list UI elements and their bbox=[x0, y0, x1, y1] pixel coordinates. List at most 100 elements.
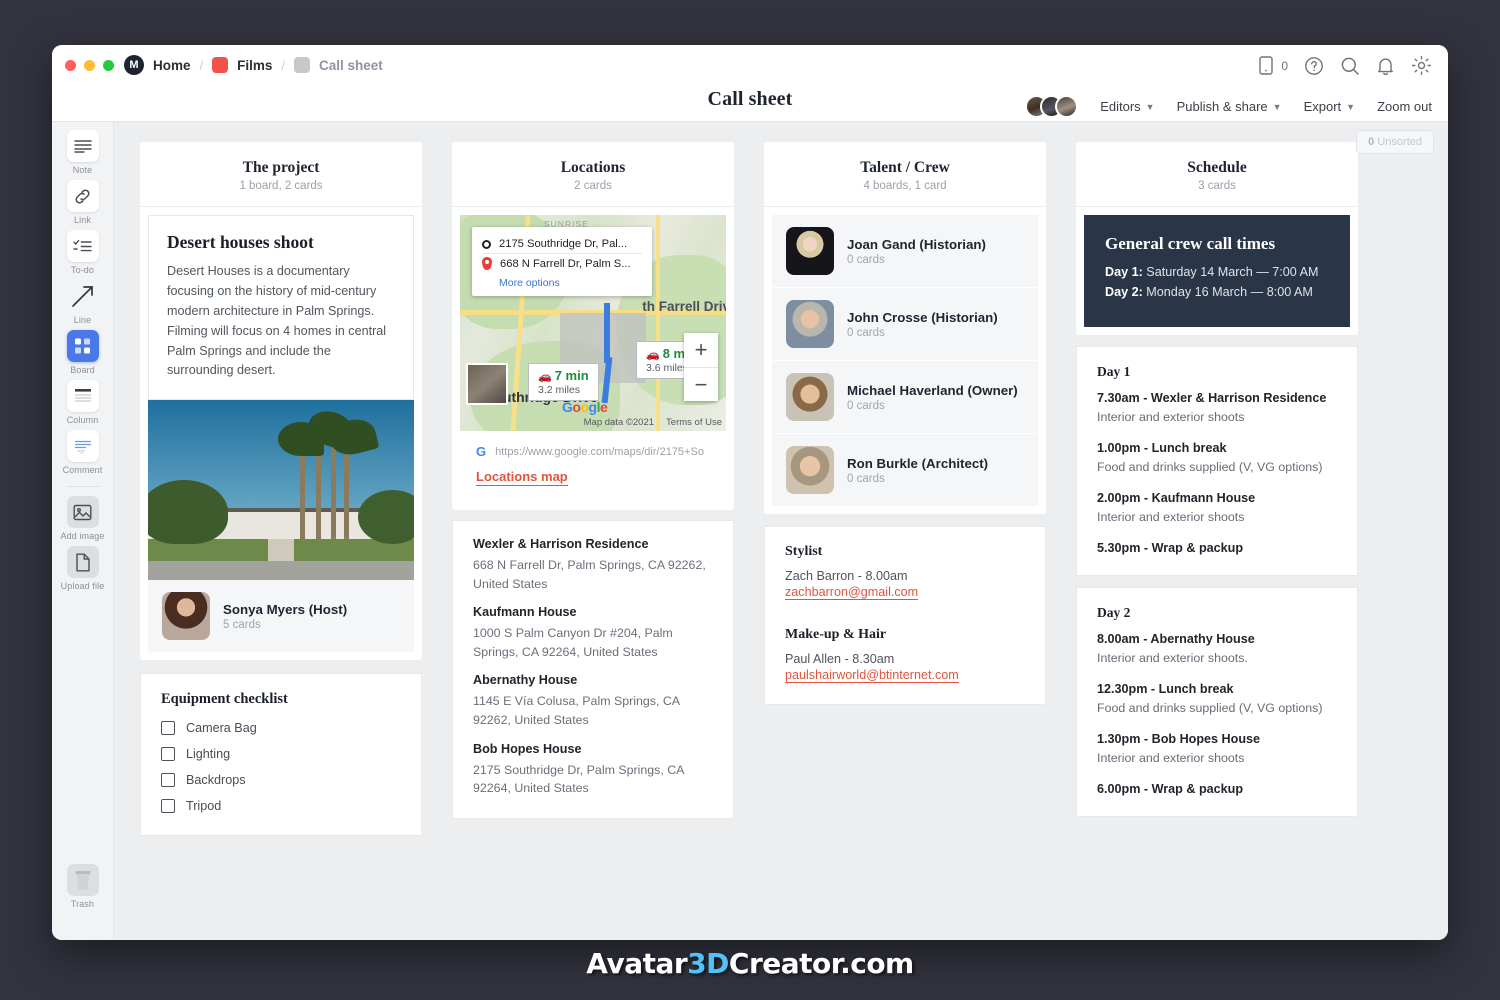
breadcrumb-separator: / bbox=[200, 58, 204, 73]
schedule-desc: Food and drinks supplied (V, VG options) bbox=[1097, 460, 1337, 474]
project-photo[interactable] bbox=[148, 400, 414, 580]
column-header[interactable]: Talent / Crew 4 boards, 1 card bbox=[764, 142, 1046, 207]
route-badge-a[interactable]: 🚗7 min 3.2 miles bbox=[528, 363, 599, 401]
contact-email-link[interactable]: zachbarron@gmail.com bbox=[785, 585, 918, 600]
line-arrow-icon bbox=[67, 280, 99, 312]
sidebar-tool-add-image[interactable]: Add image bbox=[56, 496, 110, 541]
breadcrumb-item-films[interactable]: Films bbox=[237, 58, 272, 73]
photo-road bbox=[148, 561, 414, 581]
schedule-desc: Interior and exterior shoots. bbox=[1097, 651, 1337, 665]
sidebar-tool-todo[interactable]: To-do bbox=[56, 230, 110, 275]
person-card-count: 0 cards bbox=[847, 473, 988, 485]
column-body: SUNRISE th Farrell Driv Southridge Drive… bbox=[452, 207, 734, 510]
locations-map-link[interactable]: Locations map bbox=[476, 469, 568, 486]
gear-icon[interactable] bbox=[1411, 55, 1432, 76]
checklist-item[interactable]: Backdrops bbox=[161, 773, 401, 787]
watermark-highlight: 3D bbox=[687, 947, 729, 980]
zoom-out-button[interactable]: Zoom out bbox=[1377, 99, 1432, 114]
maximize-window-icon[interactable] bbox=[103, 60, 114, 71]
list-item[interactable]: John Crosse (Historian) 0 cards bbox=[772, 288, 1038, 361]
bell-icon[interactable] bbox=[1376, 56, 1395, 76]
unsorted-label: Unsorted bbox=[1377, 136, 1422, 148]
call-times-heading: General crew call times bbox=[1105, 234, 1329, 254]
schedule-desc: Food and drinks supplied (V, VG options) bbox=[1097, 701, 1337, 715]
checkbox-icon[interactable] bbox=[161, 773, 175, 787]
milanote-logo-icon[interactable]: M bbox=[124, 55, 144, 75]
map-zoom-controls[interactable]: + − bbox=[684, 333, 718, 401]
schedule-day-title: Day 2 bbox=[1097, 605, 1337, 621]
column-header[interactable]: Locations 2 cards bbox=[452, 142, 734, 207]
editors-menu[interactable]: Editors ▼ bbox=[1100, 99, 1154, 114]
address-value: 2175 Southridge Dr, Palm Springs, CA 922… bbox=[473, 761, 713, 798]
person-card-count: 0 cards bbox=[847, 254, 986, 266]
column-header[interactable]: The project 1 board, 2 cards bbox=[140, 142, 422, 207]
sidebar-trash[interactable]: Trash bbox=[56, 864, 110, 909]
mobile-icon[interactable] bbox=[1259, 56, 1273, 75]
help-icon[interactable] bbox=[1304, 56, 1324, 76]
contact-email-link[interactable]: paulshairworld@btinternet.com bbox=[785, 668, 959, 683]
sidebar-tool-line[interactable]: Line bbox=[56, 280, 110, 325]
avatar bbox=[162, 592, 210, 640]
schedule-day2-card[interactable]: Day 2 8.00am - Abernathy House Interior … bbox=[1076, 587, 1358, 817]
map-preview[interactable]: SUNRISE th Farrell Driv Southridge Drive… bbox=[460, 215, 726, 431]
map-terms-link[interactable]: Terms of Use bbox=[666, 417, 722, 428]
list-item[interactable]: Joan Gand (Historian) 0 cards bbox=[772, 215, 1038, 288]
column-header[interactable]: Schedule 3 cards bbox=[1076, 142, 1358, 207]
column-body: Desert houses shoot Desert Houses is a d… bbox=[140, 207, 422, 660]
general-call-times-card[interactable]: General crew call times Day 1: Saturday … bbox=[1084, 215, 1350, 327]
more-options-link[interactable]: More options bbox=[482, 273, 642, 289]
sidebar-tool-column[interactable]: Column bbox=[56, 380, 110, 425]
checkbox-icon[interactable] bbox=[161, 747, 175, 761]
crew-contacts-card[interactable]: Stylist Zach Barron - 8.00am zachbarron@… bbox=[764, 526, 1046, 705]
breadcrumb-item-home[interactable]: Home bbox=[153, 58, 191, 73]
schedule-desc: Interior and exterior shoots bbox=[1097, 751, 1337, 765]
list-item[interactable]: Ron Burkle (Architect) 0 cards bbox=[772, 434, 1038, 506]
contact-role: Stylist bbox=[785, 544, 1025, 560]
editors-avatar-group[interactable] bbox=[1025, 95, 1078, 118]
map-destination-row[interactable]: 668 N Farrell Dr, Palm S... bbox=[482, 253, 642, 273]
schedule-time: 6.00pm - Wrap & packup bbox=[1097, 782, 1337, 796]
column-title: Schedule bbox=[1086, 159, 1348, 177]
address-name: Bob Hopes House bbox=[473, 742, 713, 756]
search-icon[interactable] bbox=[1340, 56, 1360, 76]
checklist-item[interactable]: Camera Bag bbox=[161, 721, 401, 735]
checklist-item[interactable]: Tripod bbox=[161, 799, 401, 813]
list-item[interactable]: Sonya Myers (Host) 5 cards bbox=[148, 580, 414, 652]
person-card-count: 0 cards bbox=[847, 400, 1018, 412]
equipment-checklist-card[interactable]: Equipment checklist Camera Bag Lighting bbox=[140, 673, 422, 836]
minimize-window-icon[interactable] bbox=[84, 60, 95, 71]
map-street-view-thumbnail[interactable] bbox=[466, 363, 508, 405]
sidebar-tool-board[interactable]: Board bbox=[56, 330, 110, 375]
map-zoom-out-button[interactable]: − bbox=[684, 367, 718, 401]
unsorted-badge[interactable]: 0 Unsorted bbox=[1356, 130, 1434, 154]
column-body: Joan Gand (Historian) 0 cards John Cross… bbox=[764, 207, 1046, 514]
list-item[interactable]: Michael Haverland (Owner) 0 cards bbox=[772, 361, 1038, 434]
project-note-card[interactable]: Desert houses shoot Desert Houses is a d… bbox=[148, 215, 414, 400]
addresses-card[interactable]: Wexler & Harrison Residence 668 N Farrel… bbox=[452, 520, 734, 819]
map-route-line bbox=[604, 303, 610, 363]
breadcrumb-item-callsheet: Call sheet bbox=[319, 58, 383, 73]
schedule-day1-card[interactable]: Day 1 7.30am - Wexler & Harrison Residen… bbox=[1076, 346, 1358, 576]
person-card-count: 0 cards bbox=[847, 327, 998, 339]
sidebar-tool-comment[interactable]: Comment bbox=[56, 430, 110, 475]
schedule-time: 12.30pm - Lunch break bbox=[1097, 682, 1337, 696]
day2-label: Day 2: bbox=[1105, 285, 1143, 299]
sidebar-tool-note[interactable]: Note bbox=[56, 130, 110, 175]
checkbox-icon[interactable] bbox=[161, 799, 175, 813]
map-zoom-in-button[interactable]: + bbox=[684, 333, 718, 367]
map-url-row: G https://www.google.com/maps/dir/2175+S… bbox=[460, 431, 726, 459]
close-window-icon[interactable] bbox=[65, 60, 76, 71]
board-canvas[interactable]: 0 Unsorted The project 1 board, 2 cards … bbox=[114, 122, 1448, 940]
column-subtitle: 3 cards bbox=[1086, 180, 1348, 192]
checklist-item[interactable]: Lighting bbox=[161, 747, 401, 761]
export-menu[interactable]: Export ▼ bbox=[1304, 99, 1356, 114]
map-directions-panel[interactable]: 2175 Southridge Dr, Pal... 668 N Farrell… bbox=[472, 227, 652, 296]
publish-share-menu[interactable]: Publish & share ▼ bbox=[1177, 99, 1282, 114]
sidebar-tool-link[interactable]: Link bbox=[56, 180, 110, 225]
checkbox-icon[interactable] bbox=[161, 721, 175, 735]
schedule-time: 5.30pm - Wrap & packup bbox=[1097, 541, 1337, 555]
map-origin-row[interactable]: 2175 Southridge Dr, Pal... bbox=[482, 235, 642, 253]
sidebar-tool-upload-file[interactable]: Upload file bbox=[56, 546, 110, 591]
person-name: Sonya Myers (Host) bbox=[223, 602, 347, 617]
window-traffic-lights[interactable] bbox=[65, 60, 114, 71]
